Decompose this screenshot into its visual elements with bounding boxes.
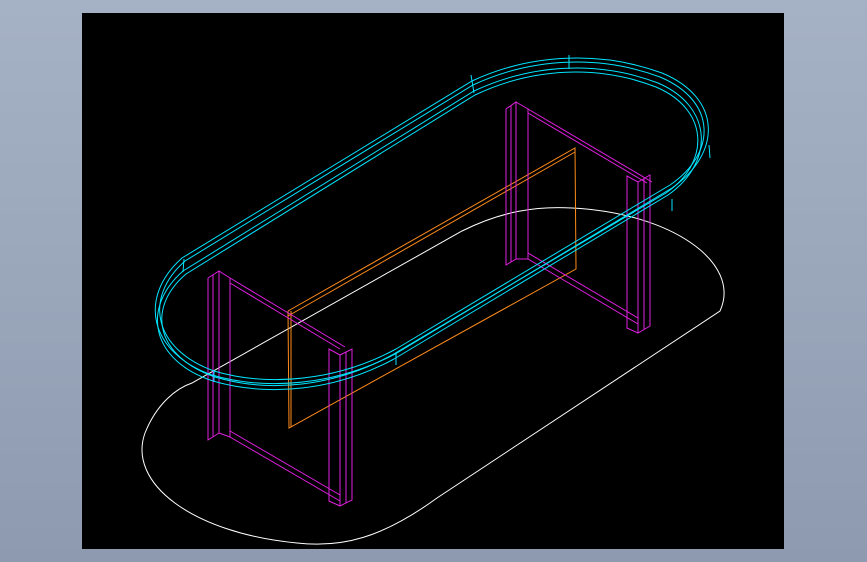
crossbar-frame (287, 147, 577, 429)
floor-footprint-outline (141, 207, 725, 545)
cad-model-viewport[interactable] (82, 13, 784, 549)
isometric-table-drawing (141, 55, 725, 545)
front-leg-panel (207, 270, 353, 507)
